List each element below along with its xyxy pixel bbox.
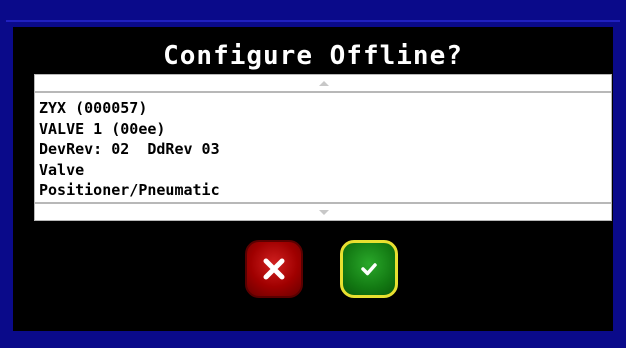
configure-offline-dialog: Configure Offline? ZYX (000057) VALVE 1 … <box>13 27 613 331</box>
device-info-line: DevRev: 02 DdRev 03 <box>39 140 220 158</box>
checkmark-icon <box>361 263 377 276</box>
dialog-title: Configure Offline? <box>163 41 463 71</box>
window-frame: Configure Offline? ZYX (000057) VALVE 1 … <box>0 0 626 348</box>
scroll-up-icon <box>319 81 329 86</box>
device-info-line: Valve <box>39 160 85 179</box>
device-info-line: VALVE 1 (00ee) <box>39 119 166 138</box>
confirm-button[interactable] <box>340 240 398 298</box>
cancel-button[interactable] <box>245 240 303 298</box>
x-icon <box>263 258 285 280</box>
scroll-down-button[interactable] <box>34 203 612 221</box>
bottom-bar <box>6 331 620 341</box>
device-info-line: ZYX (000057) <box>39 99 148 117</box>
top-bar <box>6 6 620 22</box>
device-info-line: Positioner/Pneumatic <box>39 181 220 199</box>
scroll-up-button[interactable] <box>34 74 612 92</box>
device-info-panel: ZYX (000057) VALVE 1 (00ee) DevRev: 02 D… <box>34 92 612 203</box>
scroll-down-icon <box>319 210 329 215</box>
